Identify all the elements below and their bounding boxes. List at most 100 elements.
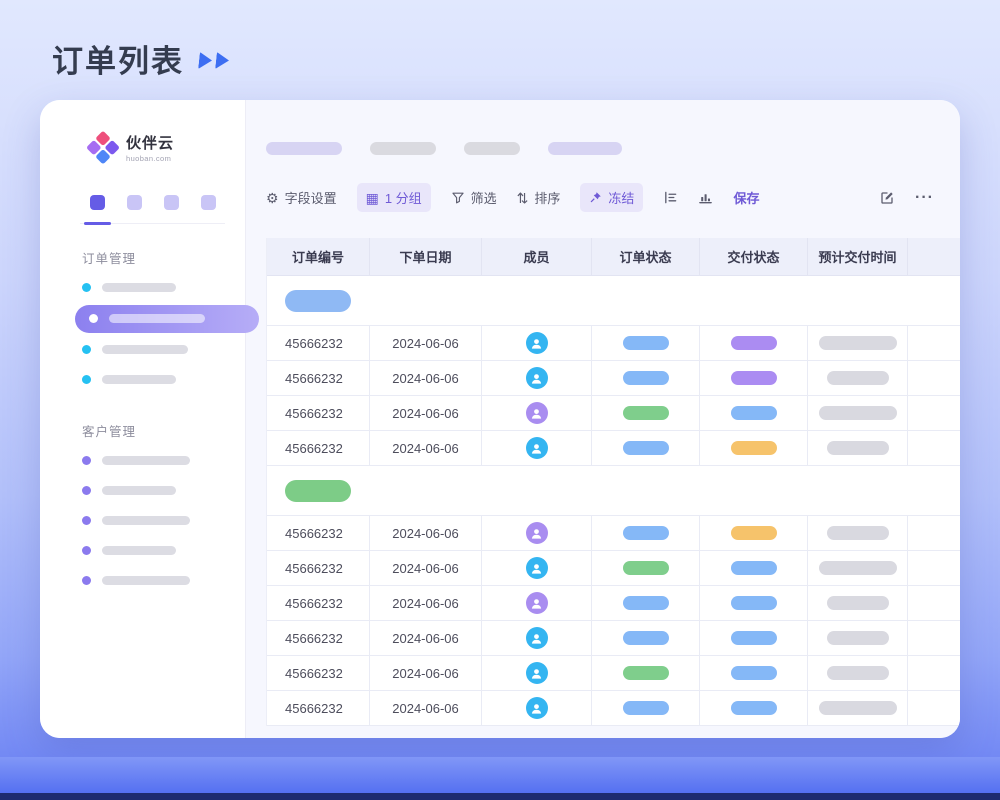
cell-member[interactable]	[482, 691, 592, 726]
filter-button[interactable]: 筛选	[451, 188, 497, 207]
field-settings-button[interactable]: ⚙ 字段设置	[266, 188, 337, 207]
column-header-member[interactable]: 成员	[482, 238, 592, 276]
sidebar-tab[interactable]	[127, 195, 142, 210]
sidebar-item-active[interactable]	[75, 305, 259, 333]
group-button[interactable]: ▦ 1 分组	[357, 183, 431, 212]
cell-order-no[interactable]: 45666232	[267, 326, 370, 361]
sidebar-item[interactable]	[82, 365, 245, 395]
column-header-eta[interactable]: 预计交付时间	[808, 238, 908, 276]
cell-delivery-status[interactable]	[700, 621, 808, 656]
group-title-pill[interactable]	[285, 480, 351, 502]
column-header-order-date[interactable]: 下单日期	[370, 238, 482, 276]
cell-order-date[interactable]: 2024-06-06	[370, 551, 482, 586]
cell-order-status[interactable]	[592, 586, 700, 621]
cell-order-no[interactable]: 45666232	[267, 431, 370, 466]
cell-eta[interactable]	[808, 586, 908, 621]
cell-eta[interactable]	[808, 431, 908, 466]
column-header-order-status[interactable]: 订单状态	[592, 238, 700, 276]
cell-eta[interactable]	[808, 551, 908, 586]
cell-order-status[interactable]	[592, 396, 700, 431]
sidebar-item[interactable]	[82, 506, 245, 536]
cell-order-status[interactable]	[592, 656, 700, 691]
column-header-delivery-status[interactable]: 交付状态	[700, 238, 808, 276]
grid-icon: ▦	[366, 191, 379, 205]
cell-order-date[interactable]: 2024-06-06	[370, 326, 482, 361]
cell-eta[interactable]	[808, 361, 908, 396]
cell-member[interactable]	[482, 586, 592, 621]
cell-member[interactable]	[482, 656, 592, 691]
cell-delivery-status[interactable]	[700, 586, 808, 621]
cell-order-no[interactable]: 45666232	[267, 551, 370, 586]
freeze-button[interactable]: 冻结	[580, 183, 643, 212]
cell-eta[interactable]	[808, 396, 908, 431]
cell-member[interactable]	[482, 621, 592, 656]
page-title: 订单列表	[52, 36, 229, 81]
cell-order-status[interactable]	[592, 621, 700, 656]
cell-order-no[interactable]: 45666232	[267, 586, 370, 621]
member-avatar-icon	[526, 402, 548, 424]
sidebar-item[interactable]	[82, 536, 245, 566]
sort-button[interactable]: ⇅ 排序	[517, 188, 561, 207]
sidebar-item[interactable]	[82, 566, 245, 596]
sidebar-tab[interactable]	[201, 195, 216, 210]
cell-member[interactable]	[482, 361, 592, 396]
cell-order-date[interactable]: 2024-06-06	[370, 431, 482, 466]
more-button[interactable]: ···	[915, 189, 934, 207]
cell-order-date[interactable]: 2024-06-06	[370, 516, 482, 551]
cell-order-status[interactable]	[592, 516, 700, 551]
cell-order-no[interactable]: 45666232	[267, 621, 370, 656]
cell-delivery-status[interactable]	[700, 551, 808, 586]
order-table: 订单编号 下单日期 成员 订单状态 交付状态 预计交付时间 4566623220…	[266, 238, 960, 726]
cell-order-status[interactable]	[592, 326, 700, 361]
cell-delivery-status[interactable]	[700, 326, 808, 361]
cell-delivery-status[interactable]	[700, 691, 808, 726]
cell-eta[interactable]	[808, 516, 908, 551]
cell-eta[interactable]	[808, 621, 908, 656]
logo[interactable]: 伙伴云 huoban.com	[90, 136, 245, 163]
cell-member[interactable]	[482, 396, 592, 431]
chart-view-button[interactable]	[698, 190, 713, 205]
cell-eta[interactable]	[808, 691, 908, 726]
cell-filler	[908, 691, 960, 726]
cell-order-no[interactable]: 45666232	[267, 361, 370, 396]
cell-delivery-status[interactable]	[700, 516, 808, 551]
cell-order-no[interactable]: 45666232	[267, 691, 370, 726]
cell-member[interactable]	[482, 431, 592, 466]
sidebar-item[interactable]	[82, 446, 245, 476]
cell-order-date[interactable]: 2024-06-06	[370, 691, 482, 726]
sidebar-tab[interactable]	[164, 195, 179, 210]
nav-label-placeholder	[102, 576, 190, 585]
cell-eta[interactable]	[808, 656, 908, 691]
cell-order-no[interactable]: 45666232	[267, 516, 370, 551]
sidebar-tab[interactable]	[90, 195, 105, 210]
cell-eta[interactable]	[808, 326, 908, 361]
member-avatar-icon	[526, 557, 548, 579]
cell-order-date[interactable]: 2024-06-06	[370, 396, 482, 431]
column-header-order-no[interactable]: 订单编号	[267, 238, 370, 276]
cell-order-date[interactable]: 2024-06-06	[370, 586, 482, 621]
cell-order-status[interactable]	[592, 691, 700, 726]
cell-order-date[interactable]: 2024-06-06	[370, 656, 482, 691]
cell-order-status[interactable]	[592, 431, 700, 466]
cell-delivery-status[interactable]	[700, 396, 808, 431]
sidebar-item[interactable]	[82, 273, 245, 303]
cell-order-date[interactable]: 2024-06-06	[370, 621, 482, 656]
cell-member[interactable]	[482, 326, 592, 361]
save-button[interactable]: 保存	[733, 188, 759, 207]
group-title-pill[interactable]	[285, 290, 351, 312]
row-structure-button[interactable]	[663, 190, 678, 205]
cell-order-status[interactable]	[592, 551, 700, 586]
cell-member[interactable]	[482, 516, 592, 551]
cell-order-status[interactable]	[592, 361, 700, 396]
cell-delivery-status[interactable]	[700, 656, 808, 691]
skeleton-pill	[548, 142, 622, 155]
sidebar-item[interactable]	[82, 335, 245, 365]
cell-order-no[interactable]: 45666232	[267, 656, 370, 691]
cell-member[interactable]	[482, 551, 592, 586]
cell-order-no[interactable]: 45666232	[267, 396, 370, 431]
cell-delivery-status[interactable]	[700, 361, 808, 396]
cell-order-date[interactable]: 2024-06-06	[370, 361, 482, 396]
cell-delivery-status[interactable]	[700, 431, 808, 466]
edit-button[interactable]	[879, 190, 895, 206]
sidebar-item[interactable]	[82, 476, 245, 506]
